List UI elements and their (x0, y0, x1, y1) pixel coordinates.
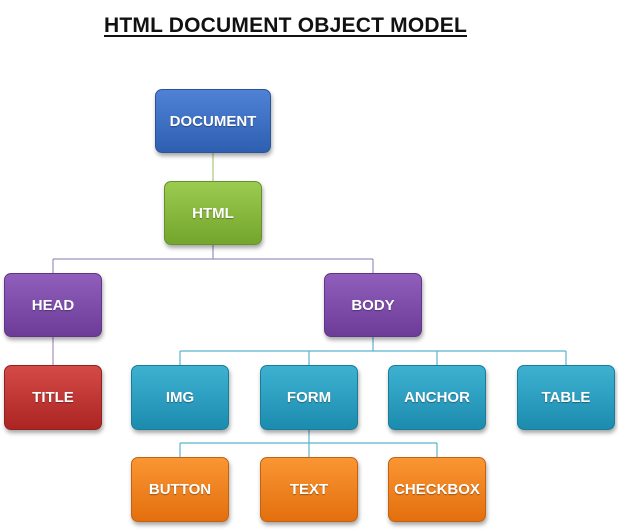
node-checkbox: CHECKBOX (388, 457, 486, 522)
node-text: TEXT (260, 457, 358, 522)
connector-form-children (179, 430, 438, 457)
node-title: TITLE (4, 365, 102, 430)
node-html: HTML (164, 181, 262, 245)
node-document: DOCUMENT (155, 89, 271, 153)
node-form: FORM (260, 365, 358, 430)
node-button: BUTTON (131, 457, 229, 522)
node-anchor: ANCHOR (388, 365, 486, 430)
connector-lines (52, 153, 567, 457)
node-head: HEAD (4, 273, 102, 337)
connector-html-children (52, 245, 374, 273)
node-body: BODY (324, 273, 422, 337)
connector-body-children (179, 337, 567, 365)
node-table: TABLE (517, 365, 615, 430)
node-img: IMG (131, 365, 229, 430)
